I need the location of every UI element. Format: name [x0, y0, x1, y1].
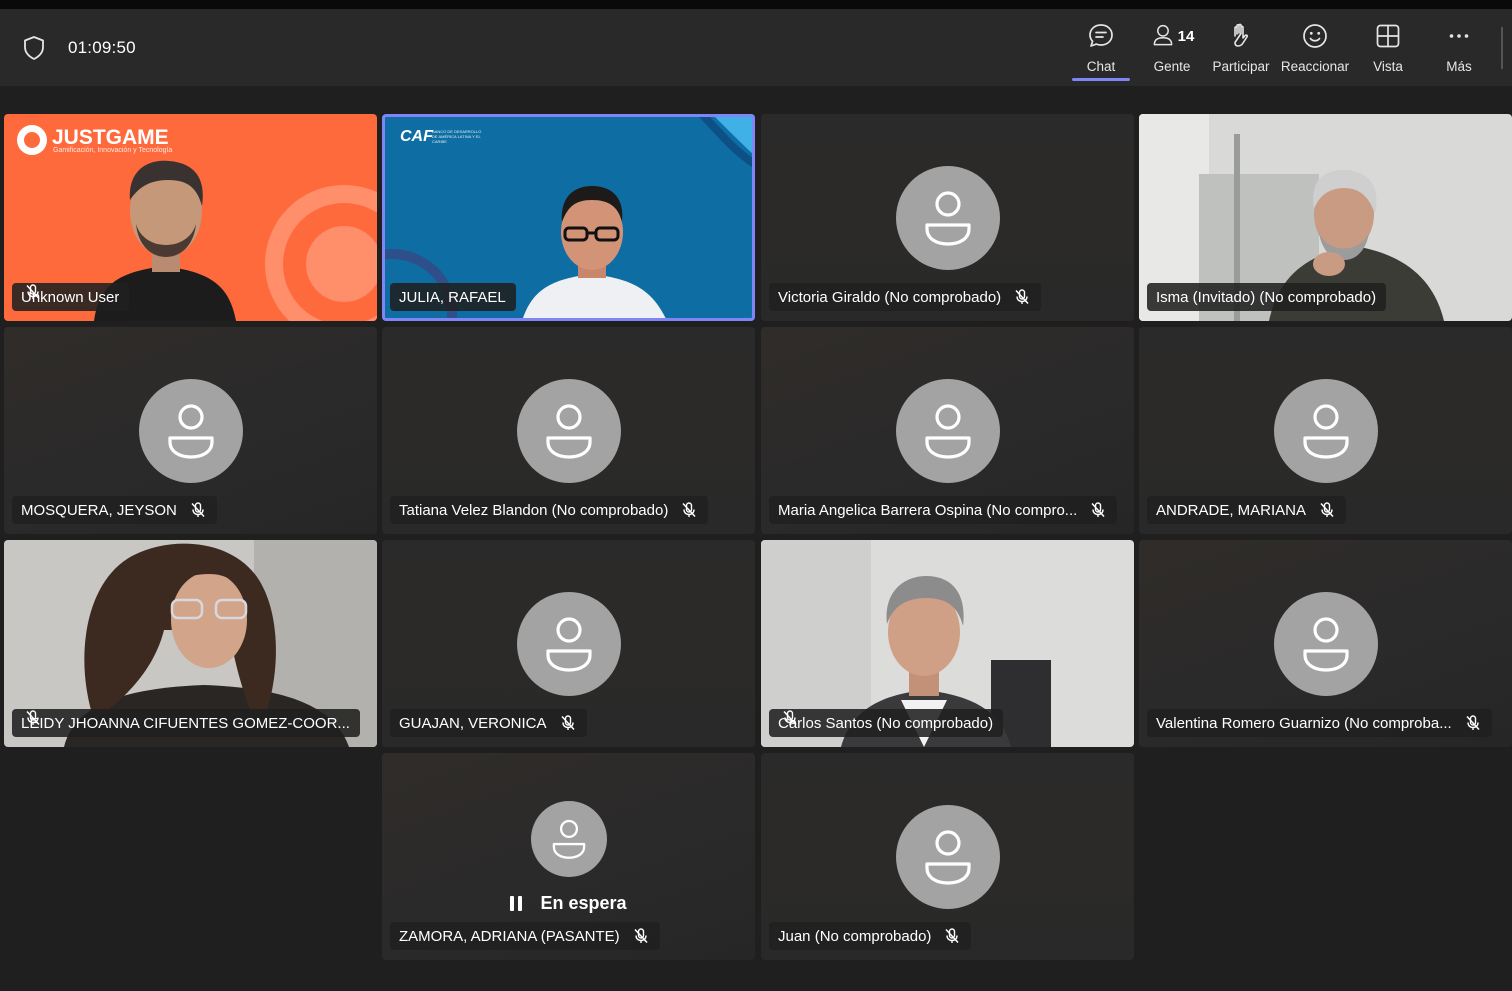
caf-tagline: BANCO DE DESARROLLO DE AMÉRICA LATINA Y …: [432, 129, 482, 144]
participant-name: Juan (No comprobado): [778, 927, 932, 945]
participant-name: GUAJAN, VERONICA: [399, 714, 547, 732]
participant-name: Maria Angelica Barrera Ospina (No compro…: [778, 501, 1078, 519]
participant-tile[interactable]: ANDRADE, MARIANA: [1139, 327, 1512, 534]
avatar: [530, 801, 607, 877]
person-icon: [167, 404, 214, 459]
avatar: [1273, 379, 1378, 483]
participant-name: JULIA, RAFAEL: [399, 288, 506, 306]
person-icon: [1302, 404, 1349, 459]
mic-muted-icon: [1015, 289, 1029, 305]
mic-muted-icon: [945, 928, 959, 944]
participant-nameplate: Carlos Santos (No comprobado): [769, 709, 1004, 737]
person-icon: [1302, 617, 1349, 672]
mic-muted-icon: [1091, 502, 1105, 518]
participant-tile[interactable]: Victoria Giraldo (No comprobado): [761, 114, 1134, 321]
avatar: [138, 379, 243, 483]
caf-logo: CAF: [400, 128, 433, 145]
participant-tile[interactable]: Valentina Romero Guarnizo (No comproba..…: [1139, 540, 1512, 747]
participant-tile[interactable]: Isma (Invitado) (No comprobado): [1139, 114, 1512, 321]
mic-muted-icon: [26, 284, 40, 300]
participant-tile-on-hold[interactable]: En espera ZAMORA, ADRIANA (PASANTE): [382, 753, 755, 960]
avatar: [895, 166, 1000, 270]
mic-muted-icon: [1466, 715, 1480, 731]
avatar: [516, 379, 621, 483]
participant-name: ANDRADE, MARIANA: [1156, 501, 1307, 519]
person-icon: [924, 191, 971, 246]
participant-tile[interactable]: Carlos Santos (No comprobado): [761, 540, 1134, 747]
person-icon: [545, 617, 592, 672]
participant-nameplate: MOSQUERA, JEYSON: [12, 496, 217, 524]
participant-nameplate: JULIA, RAFAEL: [390, 283, 516, 311]
mic-muted-icon: [191, 502, 205, 518]
avatar: [895, 805, 1000, 909]
on-hold-status: En espera: [382, 893, 755, 914]
mic-muted-icon: [634, 928, 648, 944]
person-icon: [545, 404, 592, 459]
participant-nameplate: Maria Angelica Barrera Ospina (No compro…: [769, 496, 1118, 524]
participant-name: MOSQUERA, JEYSON: [21, 501, 177, 519]
participant-nameplate: Juan (No comprobado): [769, 922, 972, 950]
participant-name: Victoria Giraldo (No comprobado): [778, 288, 1002, 306]
participant-name: Valentina Romero Guarnizo (No comproba..…: [1156, 714, 1452, 732]
pause-icon: [510, 896, 526, 911]
mic-muted-icon: [560, 715, 575, 731]
avatar: [895, 379, 1000, 483]
avatar: [516, 592, 621, 696]
participant-tile[interactable]: JUSTGAME Gamificación, Innovación y Tecn…: [4, 114, 377, 321]
participant-name: ZAMORA, ADRIANA (PASANTE): [399, 927, 620, 945]
person-icon: [924, 830, 971, 885]
participant-tile[interactable]: Juan (No comprobado): [761, 753, 1134, 960]
on-hold-label: En espera: [540, 893, 627, 913]
participant-nameplate: GUAJAN, VERONICA: [390, 709, 587, 737]
participant-tile[interactable]: MOSQUERA, JEYSON: [4, 327, 377, 534]
mic-muted-icon: [1320, 502, 1334, 518]
participant-nameplate: Isma (Invitado) (No comprobado): [1147, 283, 1387, 311]
avatar: [1273, 592, 1378, 696]
person-icon: [924, 404, 971, 459]
participant-nameplate: Victoria Giraldo (No comprobado): [769, 283, 1042, 311]
video-grid: JUSTGAME Gamificación, Innovación y Tecn…: [0, 0, 1512, 991]
mic-muted-icon: [26, 710, 40, 726]
participant-tile-active-speaker[interactable]: CAF BANCO DE DESARROLLO DE AMÉRICA LATIN…: [382, 114, 755, 321]
participant-nameplate: Valentina Romero Guarnizo (No comproba..…: [1147, 709, 1492, 737]
participant-tile[interactable]: GUAJAN, VERONICA: [382, 540, 755, 747]
participant-name: Isma (Invitado) (No comprobado): [1156, 288, 1377, 306]
participant-nameplate: ZAMORA, ADRIANA (PASANTE): [390, 922, 660, 950]
participant-nameplate: Unknown User: [12, 283, 130, 311]
participant-tile[interactable]: Tatiana Velez Blandon (No comprobado): [382, 327, 755, 534]
participant-name: LEIDY JHOANNA CIFUENTES GOMEZ-COOR...: [21, 714, 350, 732]
participant-nameplate: LEIDY JHOANNA CIFUENTES GOMEZ-COOR...: [12, 709, 360, 737]
participant-name: Tatiana Velez Blandon (No comprobado): [399, 501, 669, 519]
participant-tile[interactable]: LEIDY JHOANNA CIFUENTES GOMEZ-COOR...: [4, 540, 377, 747]
mic-muted-icon: [783, 710, 797, 726]
justgame-tagline: Gamificación, Innovación y Tecnología: [53, 147, 173, 154]
participant-nameplate: ANDRADE, MARIANA: [1147, 496, 1347, 524]
person-icon: [552, 819, 585, 859]
participant-tile[interactable]: Maria Angelica Barrera Ospina (No compro…: [761, 327, 1134, 534]
mic-muted-icon: [682, 502, 696, 518]
participant-nameplate: Tatiana Velez Blandon (No comprobado): [390, 496, 709, 524]
participant-name: Carlos Santos (No comprobado): [778, 714, 994, 732]
